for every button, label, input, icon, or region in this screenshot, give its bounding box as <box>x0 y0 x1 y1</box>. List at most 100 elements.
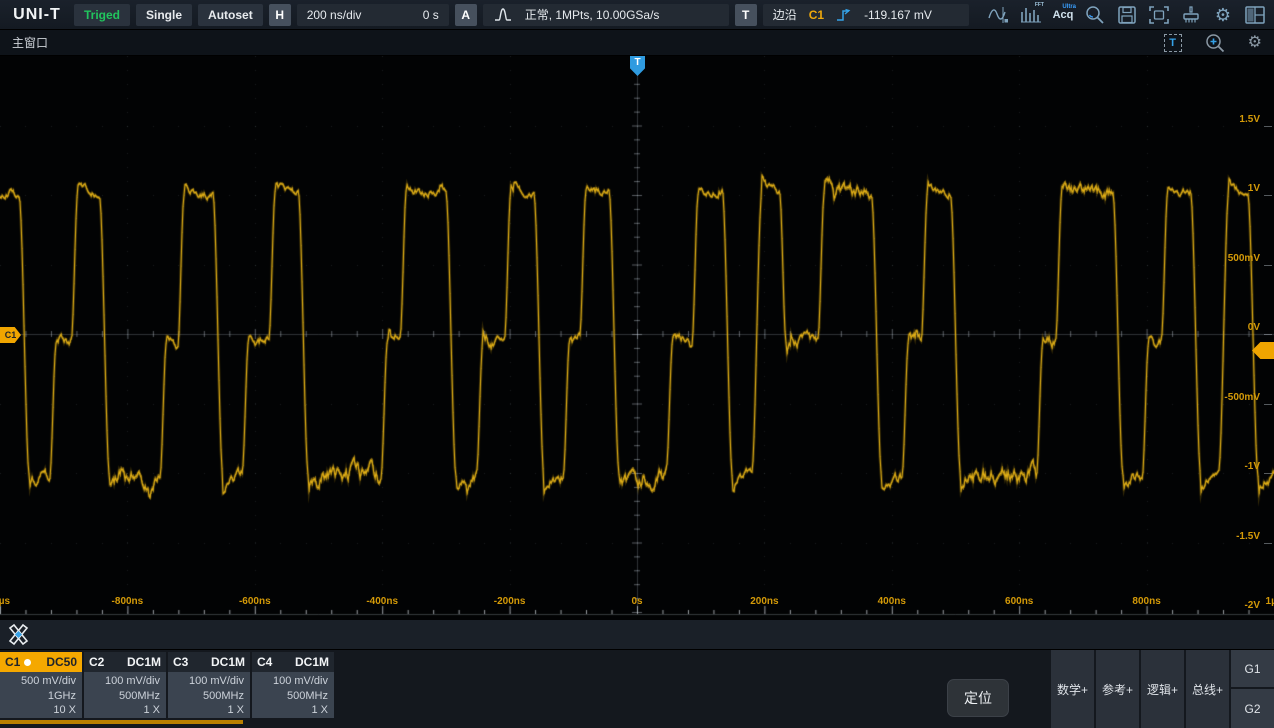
channel-probe: 1 X <box>84 703 160 718</box>
voltage-label: -2V <box>1244 600 1260 611</box>
locate-button[interactable]: 定位 <box>947 679 1009 717</box>
timebase-value: 200 ns/div <box>307 8 362 22</box>
window-bar: 主窗口 T ⚙ <box>0 30 1274 56</box>
bottom-bar: C1 DC50 500 mV/div1GHz10 X C2 DC1M 100 mV/… <box>0 650 1274 728</box>
pulse-icon <box>493 6 513 24</box>
trigger-source: C1 <box>809 8 824 22</box>
annotation-select-icon[interactable]: T <box>1164 34 1182 52</box>
unit-logo: UNI-T <box>6 6 68 24</box>
channel-coupling: DC1M <box>127 655 161 669</box>
channel-id: C3 <box>173 655 188 669</box>
logic-menu-button[interactable]: 逻辑+ <box>1141 650 1184 728</box>
time-label: -400ns <box>366 596 398 607</box>
autoset-button[interactable]: Autoset <box>198 4 263 26</box>
channel-box-c2[interactable]: C2 DC1M 100 mV/div500MHz1 X <box>84 652 166 718</box>
oscilloscope-app: { "toolbar": { "logo": "UNI-T", "trigger… <box>0 0 1274 728</box>
channel-id: C4 <box>257 655 272 669</box>
display-layout-icon[interactable] <box>1242 3 1268 27</box>
main-toolbar: UNI-T Triged Single Autoset H 200 ns/div… <box>0 0 1274 30</box>
save-icon[interactable] <box>1114 3 1140 27</box>
channel-box-c4[interactable]: C4 DC1M 100 mV/div500MHz1 X <box>252 652 334 718</box>
voltage-label: 0V <box>1248 322 1260 333</box>
horizontal-menu-chip[interactable]: H <box>269 4 291 26</box>
bus-menu-button[interactable]: 总线+ <box>1186 650 1229 728</box>
channel-probe: 1 X <box>168 703 244 718</box>
time-label: 400ns <box>878 596 906 607</box>
channel-scale: 500 mV/div <box>0 674 76 689</box>
channel-coupling: DC50 <box>46 655 77 669</box>
channel-strip-scrollbar[interactable] <box>0 720 243 724</box>
channel-scale: 100 mV/div <box>252 674 328 689</box>
channel-id: C1 <box>5 655 20 669</box>
acquire-info: 正常, 1MPts, 10.00GSa/s <box>525 6 660 23</box>
waveform-display[interactable]: T C1 1.5V1V500mV0V-500mV-1V-1.5V-2V -1µs… <box>0 56 1274 620</box>
ultra-acquire-icon[interactable]: Acq Ultra <box>1050 3 1076 27</box>
group1-button[interactable]: G1 <box>1231 650 1274 687</box>
voltage-tick <box>1264 265 1272 266</box>
channel-box-c1[interactable]: C1 DC50 500 mV/div1GHz10 X <box>0 652 82 718</box>
voltage-label: -500mV <box>1224 392 1260 403</box>
acquire-menu-chip[interactable]: A <box>455 4 477 26</box>
channel-coupling: DC1M <box>211 655 245 669</box>
channel-scale: 100 mV/div <box>168 674 244 689</box>
time-label: 600ns <box>1005 596 1033 607</box>
time-label: -1µs <box>0 596 10 607</box>
channel-probe: 10 X <box>0 703 76 718</box>
time-label: -600ns <box>239 596 271 607</box>
trigger-level-value: -119.167 mV <box>864 8 932 22</box>
channel-id: C2 <box>89 655 104 669</box>
channel-bandwidth: 500MHz <box>84 689 160 704</box>
voltage-label: -1V <box>1244 461 1260 472</box>
channel-coupling: DC1M <box>295 655 329 669</box>
time-label: -800ns <box>112 596 144 607</box>
voltage-label: -1.5V <box>1236 531 1260 542</box>
channel-scale: 100 mV/div <box>84 674 160 689</box>
voltage-label: 1.5V <box>1239 114 1260 125</box>
channel-box-c3[interactable]: C3 DC1M 100 mV/div500MHz1 X <box>168 652 250 718</box>
time-label: 200ns <box>750 596 778 607</box>
fft-icon[interactable]: FFT <box>1018 3 1044 27</box>
channel-bandwidth: 500MHz <box>168 689 244 704</box>
trigger-menu-chip[interactable]: T <box>735 4 757 26</box>
voltage-label: 1V <box>1248 183 1260 194</box>
toolbar-icons: FFT Acq Ultra ⚙ <box>986 3 1268 27</box>
window-title: 主窗口 <box>12 34 48 51</box>
time-label: 1µs <box>1266 596 1274 607</box>
voltage-label: 500mV <box>1228 253 1260 264</box>
trigger-status-button[interactable]: Triged <box>74 4 130 26</box>
channel-probe: 1 X <box>252 703 328 718</box>
search-icon[interactable] <box>1082 3 1108 27</box>
voltage-tick <box>1264 126 1272 127</box>
horizontal-offset-value: 0 s <box>423 8 439 22</box>
math-menu-button[interactable]: 数学+ <box>1051 650 1094 728</box>
voltage-tick <box>1264 404 1272 405</box>
measure-icon[interactable] <box>986 3 1012 27</box>
time-label: -200ns <box>494 596 526 607</box>
display-settings-gear-icon[interactable]: ⚙ <box>1248 34 1262 52</box>
annotation-tools-row <box>0 620 1274 650</box>
rising-edge-icon <box>836 7 852 23</box>
voltage-tick <box>1264 473 1272 474</box>
group2-button[interactable]: G2 <box>1231 689 1274 728</box>
acquire-panel[interactable]: 正常, 1MPts, 10.00GSa/s <box>483 4 729 26</box>
voltage-tick <box>1264 543 1272 544</box>
window-bar-icons: T ⚙ <box>1164 32 1262 54</box>
print-icon[interactable] <box>1178 3 1204 27</box>
voltage-tick <box>1264 195 1272 196</box>
waveform-canvas[interactable] <box>0 56 1274 620</box>
time-label: 800ns <box>1132 596 1160 607</box>
time-label: 0s <box>631 596 642 607</box>
voltage-tick <box>1264 334 1272 335</box>
trigger-type: 边沿 <box>773 6 797 23</box>
timebase-panel[interactable]: 200 ns/div 0 s <box>297 4 449 26</box>
channel-bandwidth: 500MHz <box>252 689 328 704</box>
screenshot-icon[interactable] <box>1146 3 1172 27</box>
annotation-pens-icon[interactable] <box>6 623 32 647</box>
trigger-panel[interactable]: 边沿 C1 -119.167 mV <box>763 4 969 26</box>
single-button[interactable]: Single <box>136 4 192 26</box>
channel-bandwidth: 1GHz <box>0 689 76 704</box>
channel-active-dot <box>24 659 31 666</box>
zoom-in-icon[interactable] <box>1204 32 1226 54</box>
settings-gear-icon[interactable]: ⚙ <box>1210 3 1236 27</box>
reference-menu-button[interactable]: 参考+ <box>1096 650 1139 728</box>
